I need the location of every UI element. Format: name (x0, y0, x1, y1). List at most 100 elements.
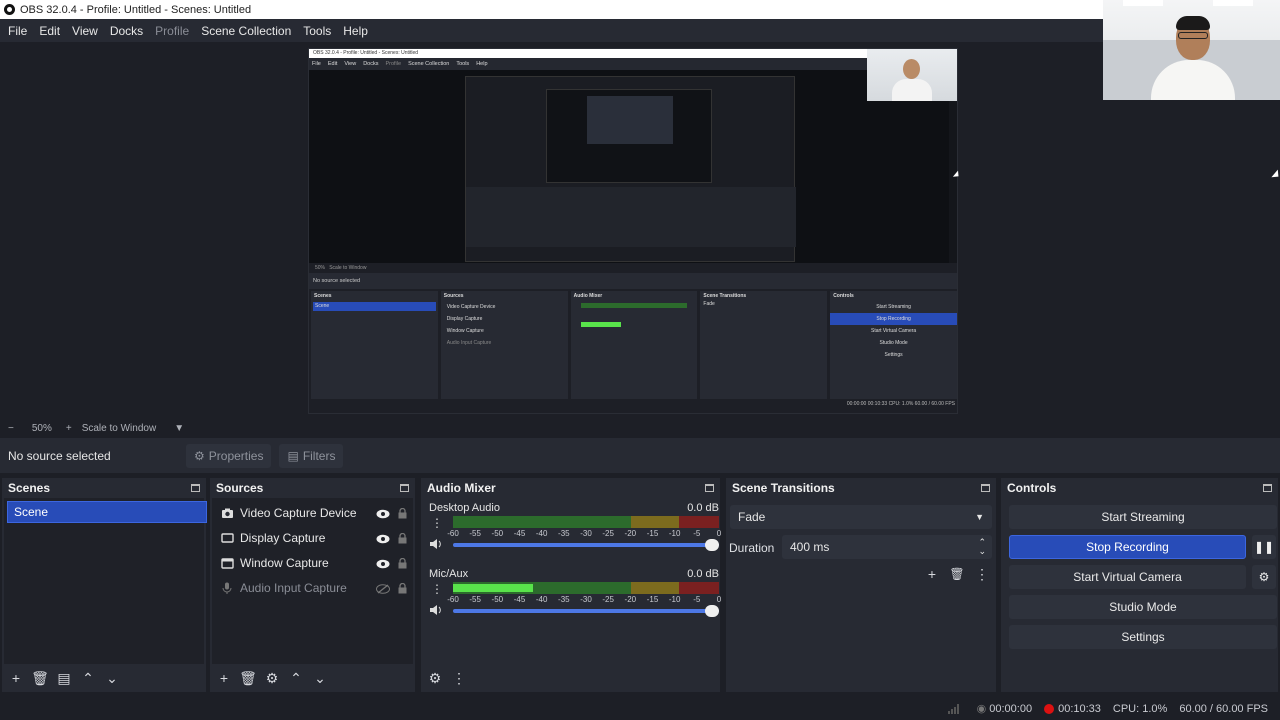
no-source-label: No source selected (8, 448, 111, 463)
chevron-down-icon[interactable]: ⌄ (102, 668, 122, 688)
nested-screen (309, 70, 949, 263)
menu-docks[interactable]: Docks (104, 24, 149, 38)
scene-list[interactable]: Scene (4, 498, 207, 692)
start-streaming-button[interactable]: Start Streaming (1009, 505, 1277, 529)
undock-icon[interactable] (400, 484, 409, 492)
scenes-title: Scenes (8, 481, 51, 495)
lock-icon[interactable] (398, 507, 407, 519)
title-bar: OBS 32.0.4 - Profile: Untitled - Scenes:… (0, 0, 1280, 19)
mixer-channel: Desktop Audio 0.0 dB ⋮ -60 -55 -50 -45 -40 -35… (429, 502, 722, 564)
meter-tick-label: -5 (693, 595, 701, 604)
kebab-menu-icon[interactable]: ⋮ (972, 564, 992, 584)
microphone-icon (220, 582, 234, 594)
sources-toolbar: + 🗑 ⚙ ⌃ ⌄ (210, 664, 415, 692)
lock-icon[interactable] (398, 532, 407, 544)
nested-mixer-dock: Audio Mixer (570, 291, 698, 399)
cpu-usage: CPU: 1.0% (1112, 702, 1168, 715)
menu-view[interactable]: View (66, 24, 104, 38)
scale-mode[interactable]: Scale to Window (82, 423, 156, 434)
eye-icon[interactable] (376, 558, 390, 569)
menu-scene-collection[interactable]: Scene Collection (195, 24, 297, 38)
menu-file[interactable]: File (2, 24, 33, 38)
source-item[interactable]: Window Capture (220, 552, 410, 574)
scene-item[interactable]: Scene (7, 501, 207, 523)
gear-icon[interactable]: ⚙ (262, 668, 282, 688)
sources-dock: Sources Video Capture Device Display Cap… (210, 478, 415, 692)
studio-mode-button[interactable]: Studio Mode (1009, 595, 1277, 619)
signal-icon (947, 703, 959, 714)
nested-title: OBS 32.0.4 - Profile: Untitled - Scenes:… (309, 49, 957, 58)
source-item[interactable]: Audio Input Capture (220, 577, 410, 599)
add-icon[interactable]: + (6, 668, 26, 688)
preview-area[interactable]: OBS 32.0.4 - Profile: Untitled - Scenes:… (0, 42, 1280, 418)
duration-label: Duration (729, 541, 775, 555)
nested-transitions-dock: Scene Transitions Fade (700, 291, 828, 399)
trash-icon[interactable]: 🗑 (30, 668, 50, 688)
zoom-in-icon[interactable]: + (66, 423, 72, 434)
filter-icon[interactable]: ▤ (54, 668, 74, 688)
audio-mixer-dock: Audio Mixer Desktop Audio 0.0 dB ⋮ -60 -55… (421, 478, 722, 692)
gear-icon: ⚙ (1258, 570, 1270, 584)
nested-webcam (867, 49, 957, 101)
program-preview[interactable]: OBS 32.0.4 - Profile: Untitled - Scenes:… (308, 48, 958, 414)
chevron-up-icon[interactable]: ⌃ (286, 668, 306, 688)
volume-slider-knob[interactable] (705, 605, 719, 617)
transition-select[interactable]: Fade ▼ (730, 505, 992, 529)
volume-slider[interactable] (453, 605, 719, 617)
speaker-icon[interactable] (429, 538, 445, 552)
chevron-down-icon[interactable]: ▼ (174, 423, 184, 434)
source-item[interactable]: Display Capture (220, 527, 410, 549)
stop-recording-button[interactable]: Stop Recording (1009, 535, 1246, 559)
meter-tick-label: -50 (491, 595, 504, 604)
gear-icon[interactable]: ⚙ (425, 668, 445, 688)
kebab-menu-icon[interactable]: ⋮ (431, 516, 443, 530)
undock-icon[interactable] (705, 484, 714, 492)
meter-tick-label: -20 (624, 529, 637, 538)
chevron-up-icon[interactable]: ⌃ (78, 668, 98, 688)
menu-tools[interactable]: Tools (297, 24, 337, 38)
add-icon[interactable]: + (214, 668, 234, 688)
start-virtual-camera-button[interactable]: Start Virtual Camera (1009, 565, 1246, 589)
undock-icon[interactable] (1263, 484, 1272, 492)
source-item[interactable]: Video Capture Device (220, 502, 410, 524)
lock-icon[interactable] (398, 582, 407, 594)
settings-button[interactable]: Settings (1009, 625, 1277, 649)
eye-icon[interactable] (376, 533, 390, 544)
volume-slider[interactable] (453, 539, 719, 551)
lock-icon[interactable] (398, 557, 407, 569)
volume-slider-knob[interactable] (705, 539, 719, 551)
meter-tick-label: 0 (716, 529, 722, 538)
chevron-down-icon[interactable]: ⌄ (310, 668, 330, 688)
undock-icon[interactable] (981, 484, 990, 492)
sources-title: Sources (216, 481, 264, 495)
spin-arrows-icon[interactable]: ⌃ ⌄ (978, 538, 986, 556)
eye-hidden-icon[interactable] (376, 583, 390, 594)
eye-icon[interactable] (376, 508, 390, 519)
kebab-menu-icon[interactable]: ⋮ (449, 668, 469, 688)
menu-profile[interactable]: Profile (149, 24, 195, 38)
kebab-menu-icon[interactable]: ⋮ (431, 582, 443, 596)
source-list[interactable]: Video Capture Device Display Capture Win… (212, 498, 413, 692)
duration-spinbox[interactable]: 400 ms ⌃ ⌄ (782, 535, 992, 559)
undock-icon[interactable] (191, 484, 200, 492)
menu-edit[interactable]: Edit (33, 24, 66, 38)
meter-tick-label: -5 (693, 529, 701, 538)
menu-help[interactable]: Help (337, 24, 374, 38)
menu-bar: File Edit View Docks Profile Scene Colle… (0, 19, 1280, 42)
nested-obs-window-3 (587, 96, 673, 144)
pause-recording-button[interactable]: ❚❚ (1252, 535, 1276, 559)
properties-button[interactable]: ⚙ Properties (186, 443, 272, 468)
trash-icon[interactable]: 🗑 (238, 668, 258, 688)
controls-body: Start Streaming Stop Recording ❚❚ Start … (1003, 498, 1277, 692)
zoom-out-icon[interactable]: − (8, 423, 14, 434)
meter-tick-label: -45 (513, 595, 526, 604)
speaker-icon[interactable] (429, 604, 445, 618)
add-icon[interactable]: + (922, 564, 942, 584)
meter-ticks: -60 -55 -50 -45 -40 -35 -30 -25 -20 -15 -10 -5 0 (447, 529, 722, 539)
trash-icon[interactable]: 🗑 (947, 564, 967, 584)
volume-meter: -60 -55 -50 -45 -40 -35 -30 -25 -20 -15 -10 -5 0 (447, 582, 721, 604)
nested-status: 00:00:00 00:10:33 CPU: 1.0% 60.00 / 60.0… (309, 401, 957, 411)
meter-tick-label: -55 (469, 595, 481, 604)
filters-button[interactable]: ▤ Filters (279, 443, 344, 468)
virtual-camera-settings-button[interactable]: ⚙ (1252, 565, 1276, 589)
